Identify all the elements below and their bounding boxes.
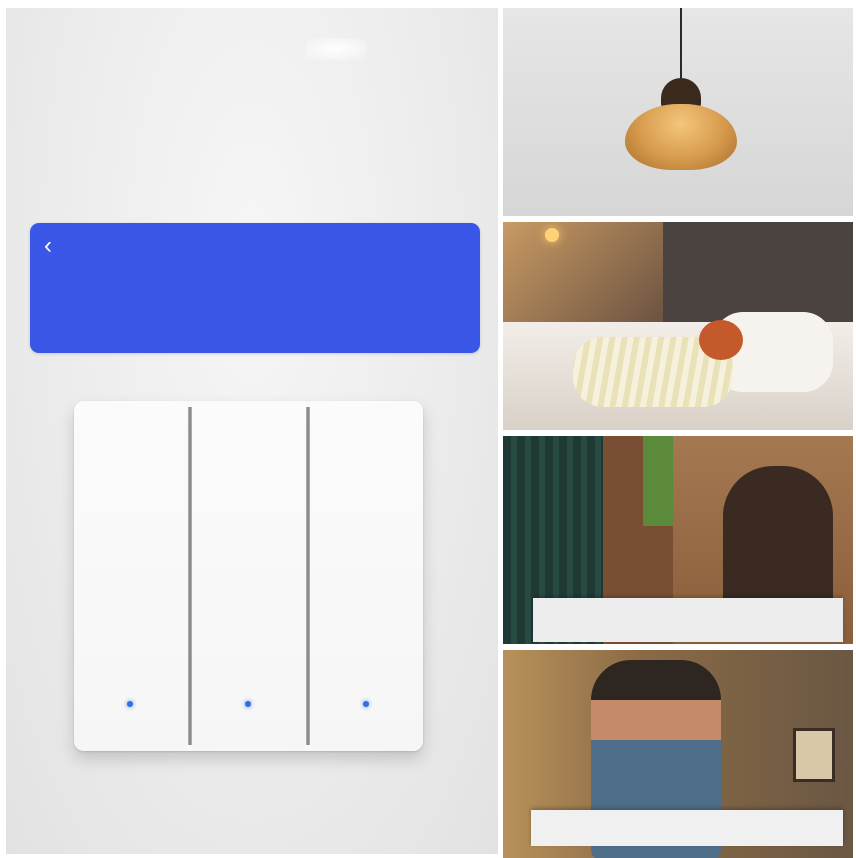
ceiling-light — [545, 228, 559, 242]
doorway-photo — [503, 436, 853, 644]
switch-panel-overlay — [533, 598, 843, 642]
chevron-left-icon[interactable]: ‹ — [44, 233, 64, 259]
indicator-led-2 — [245, 701, 251, 707]
product-panel: ‹ — [6, 8, 498, 854]
bedroom-photo — [503, 222, 853, 430]
indicator-led-1 — [127, 701, 133, 707]
wall-frame — [793, 728, 835, 782]
light-glare — [306, 38, 366, 60]
lamp-shade — [625, 104, 737, 170]
switch-gang-1[interactable] — [74, 401, 187, 751]
indicator-led-3 — [363, 701, 369, 707]
hallway-photo — [503, 650, 853, 858]
switch-gang-2[interactable] — [192, 401, 305, 751]
switch-panel-overlay — [531, 810, 843, 846]
wall-switch — [74, 401, 423, 751]
person-head — [699, 320, 743, 360]
switch-gang-3[interactable] — [310, 401, 423, 751]
garden-view — [643, 436, 673, 526]
lamp-cord — [680, 8, 682, 82]
pendant-lamp-photo — [503, 8, 853, 216]
app-header-bar: ‹ — [30, 223, 480, 353]
